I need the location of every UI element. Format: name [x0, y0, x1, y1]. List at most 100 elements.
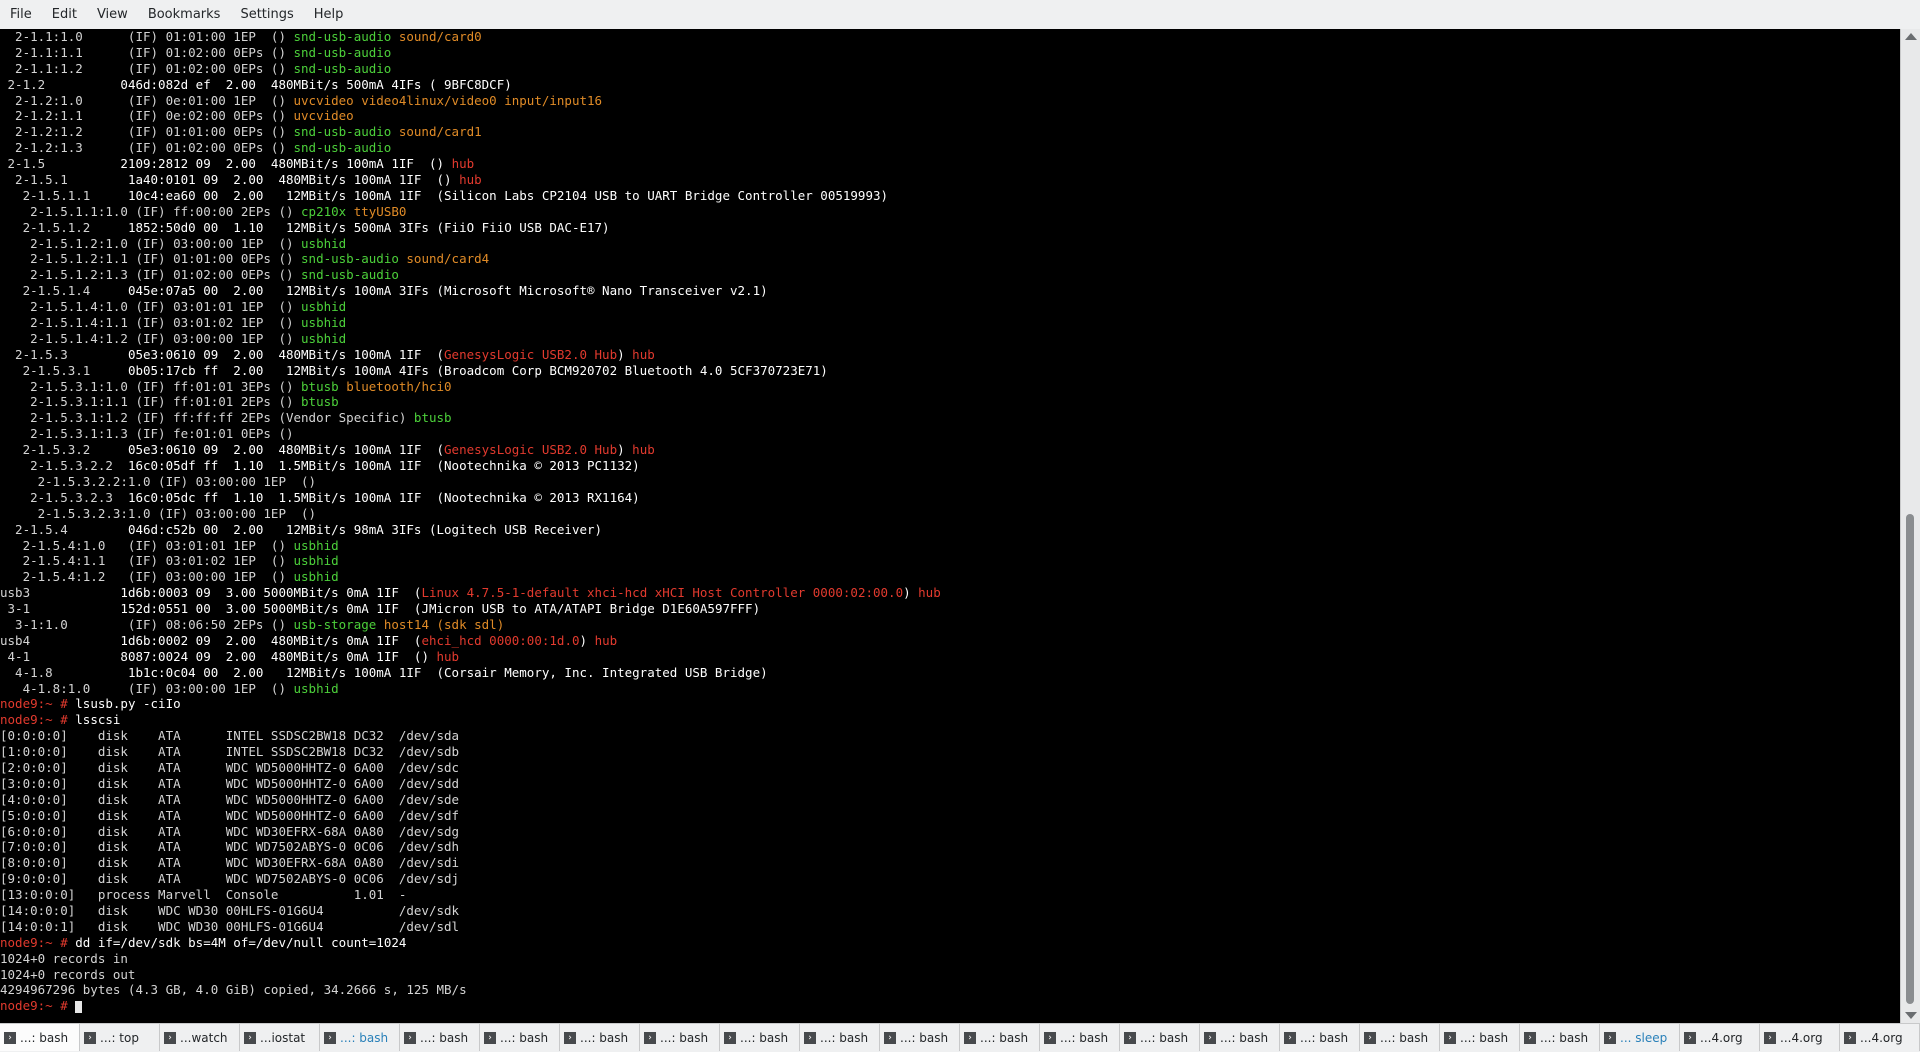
session-tab-label: ...: bash [820, 1030, 869, 1045]
terminal-text: 045e:07a5 00 2.00 12MBit/s 100mA 3IFs (M… [127, 283, 768, 299]
terminal-line: 1024+0 records out [0, 967, 1900, 983]
terminal-line: 2-1.5.1.2:1.0 (IF) 03:00:00 1EP () usbhi… [0, 236, 1900, 252]
terminal-text: lsscsi [75, 712, 121, 728]
terminal-icon: › [324, 1031, 336, 1044]
menu-help[interactable]: Help [304, 0, 354, 29]
session-tab[interactable]: › ...: bash [800, 1024, 880, 1051]
session-tab-label: ...: bash [660, 1030, 709, 1045]
session-tab-bar: › ...: bash › ...: top › ...watch › ...iostat ›.… [0, 1023, 1920, 1052]
session-tab[interactable]: › ...: bash [480, 1024, 560, 1051]
terminal-icon: › [724, 1031, 736, 1044]
menu-view[interactable]: View [87, 0, 138, 29]
terminal-line: [13:0:0:0] process Marvell Console 1.01 … [0, 887, 1900, 903]
session-tab[interactable]: › ...4.org [1760, 1024, 1840, 1051]
terminal-line: 2-1.5.4:1.2 (IF) 03:00:00 1EP () usbhid [0, 569, 1900, 585]
terminal-text: 2-1.5.1.2:1.3 (IF) 01:02:00 0EPs () [0, 267, 302, 283]
terminal-text: 16c0:05df ff 1.10 1.5MBit/s 100mA 1IF (N… [127, 458, 640, 474]
terminal-text: 2-1.5.1.2:1.1 (IF) 01:01:00 0EPs () [0, 251, 302, 267]
terminal-text: 3-1 [0, 601, 121, 617]
terminal-text: 2-1.5.4:1.2 (IF) 03:00:00 1EP () [0, 569, 294, 585]
terminal-text: 2-1.2:1.2 (IF) 01:01:00 0EPs () [0, 124, 294, 140]
session-tab[interactable]: › ...: bash [400, 1024, 480, 1051]
session-tab[interactable]: › ...4.org [1840, 1024, 1920, 1051]
session-tab-label: ...watch [180, 1030, 228, 1045]
session-tab[interactable]: › ...: top [80, 1024, 160, 1051]
terminal-text: 152d:0551 00 3.00 5000MBit/s 0mA 1IF (JM… [120, 601, 761, 617]
session-tab[interactable]: › ...: bash [320, 1024, 400, 1051]
session-tab[interactable]: › ...: bash [1120, 1024, 1200, 1051]
terminal-line: 2-1.5.4 046d:c52b 00 2.00 12MBit/s 98mA … [0, 522, 1900, 538]
terminal-text: bluetooth/hci0 [346, 378, 452, 394]
terminal-text: 2-1.5.1.1 [0, 187, 128, 203]
session-tab[interactable]: › ...: bash [720, 1024, 800, 1051]
terminal-text: snd-usb-audio [293, 44, 392, 60]
session-tab[interactable]: › ... sleep [1600, 1024, 1680, 1051]
terminal-cursor [75, 1000, 83, 1013]
terminal-icon: › [884, 1031, 896, 1044]
menu-edit[interactable]: Edit [42, 0, 87, 29]
session-tab[interactable]: › ...: bash [960, 1024, 1040, 1051]
terminal-icon: › [564, 1031, 576, 1044]
session-tab-label: ...: bash [1140, 1030, 1189, 1045]
terminal-text: 2-1.2:1.0 (IF) 0e:01:00 1EP () [0, 92, 294, 108]
terminal-text: 2-1.5.4:1.1 (IF) 03:01:02 1EP () [0, 553, 294, 569]
scrollbar-thumb[interactable] [1906, 514, 1914, 1004]
session-tab[interactable]: › ...4.org [1680, 1024, 1760, 1051]
session-tab[interactable]: › ...: bash [1040, 1024, 1120, 1051]
session-tab[interactable]: › ...: bash [1200, 1024, 1280, 1051]
session-tab[interactable]: › ...: bash [880, 1024, 960, 1051]
terminal-text: snd-usb-audio [293, 29, 399, 44]
session-tab-label: ...: bash [1460, 1030, 1509, 1045]
menu-bookmarks[interactable]: Bookmarks [138, 0, 231, 29]
terminal-scrollbar[interactable] [1900, 29, 1920, 1023]
terminal-text: sound/card1 [398, 124, 482, 140]
terminal-text: usbhid [293, 680, 339, 696]
session-tab[interactable]: › ...: bash [560, 1024, 640, 1051]
terminal-line: 2-1.5.3.1:1.2 (IF) ff:ff:ff 2EPs (Vendor… [0, 410, 1900, 426]
terminal-line: [1:0:0:0] disk ATA INTEL SSDSC2BW18 DC32… [0, 744, 1900, 760]
session-tab[interactable]: › ...: bash [1360, 1024, 1440, 1051]
terminal-text: [14:0:0:1] disk WDC WD30 00HLFS-01G6U4 /… [0, 918, 460, 934]
session-tab[interactable]: › ...: bash [1520, 1024, 1600, 1051]
scroll-up-arrow-icon[interactable] [1905, 33, 1917, 40]
terminal-line: node9:~ # lsscsi [0, 712, 1900, 728]
terminal-icon: › [164, 1031, 176, 1044]
terminal-line: 2-1.2:1.3 (IF) 01:02:00 0EPs () snd-usb-… [0, 140, 1900, 156]
session-tab-label: ...: bash [1380, 1030, 1429, 1045]
session-tab[interactable]: › ...: bash [640, 1024, 720, 1051]
terminal-line: 2-1.5.3.1:1.0 (IF) ff:01:01 3EPs () btus… [0, 379, 1900, 395]
scroll-down-arrow-icon[interactable] [1905, 1012, 1917, 1019]
terminal-text: hub [918, 585, 941, 601]
terminal-text: 2-1.5.1.4 [0, 283, 128, 299]
terminal-line: 2-1.5.1.2:1.1 (IF) 01:01:00 0EPs () snd-… [0, 251, 1900, 267]
terminal-text: snd-usb-audio [293, 124, 399, 140]
terminal-text: 2-1.5.3.1:1.2 (IF) ff:ff:ff 2EPs (Vendor… [0, 410, 414, 426]
session-tab[interactable]: › ...: bash [1280, 1024, 1360, 1051]
menu-bar: File Edit View Bookmarks Settings Help [0, 0, 1920, 30]
session-tab[interactable]: › ...watch [160, 1024, 240, 1051]
terminal-text: 2-1.5.3.1:1.1 (IF) ff:01:01 2EPs () [0, 394, 302, 410]
terminal-icon: › [1444, 1031, 1456, 1044]
session-tab-label: ...: bash [20, 1030, 69, 1045]
terminal-text: 2-1.5.4:1.0 (IF) 03:01:01 1EP () [0, 537, 294, 553]
terminal-line: [4:0:0:0] disk ATA WDC WD5000HHTZ-0 6A00… [0, 792, 1900, 808]
terminal-output[interactable]: 2-1.1:1.0 (IF) 01:01:00 1EP () snd-usb-a… [0, 29, 1900, 1023]
terminal-text: 1024+0 records in [0, 950, 128, 966]
menu-file[interactable]: File [0, 0, 42, 29]
terminal-text: cp210x [301, 203, 354, 219]
terminal-line: 2-1.5.3.1:1.3 (IF) fe:01:01 0EPs () [0, 426, 1900, 442]
session-tab[interactable]: › ...: bash [0, 1024, 80, 1051]
session-tab[interactable]: › ...iostat [240, 1024, 320, 1051]
menu-settings[interactable]: Settings [230, 0, 303, 29]
terminal-text: 2-1.5.1.4:1.1 (IF) 03:01:02 1EP () [0, 315, 302, 331]
terminal-text: usb3 [0, 585, 121, 601]
terminal-text: 2-1.5.3.2.2 [0, 458, 128, 474]
terminal-text: usbhid [301, 235, 347, 251]
terminal-text: 2-1.5.1 [0, 172, 128, 188]
terminal-text: 16c0:05dc ff 1.10 1.5MBit/s 100mA 1IF (N… [127, 489, 640, 505]
terminal-line: 2-1.5.3.2.3 16c0:05dc ff 1.10 1.5MBit/s … [0, 490, 1900, 506]
terminal-text: snd-usb-audio [293, 140, 392, 156]
session-tab[interactable]: › ...: bash [1440, 1024, 1520, 1051]
terminal-text: usb-storage [293, 616, 384, 632]
terminal-text: uvcvideo video4linux/video0 input/input1… [293, 92, 603, 108]
